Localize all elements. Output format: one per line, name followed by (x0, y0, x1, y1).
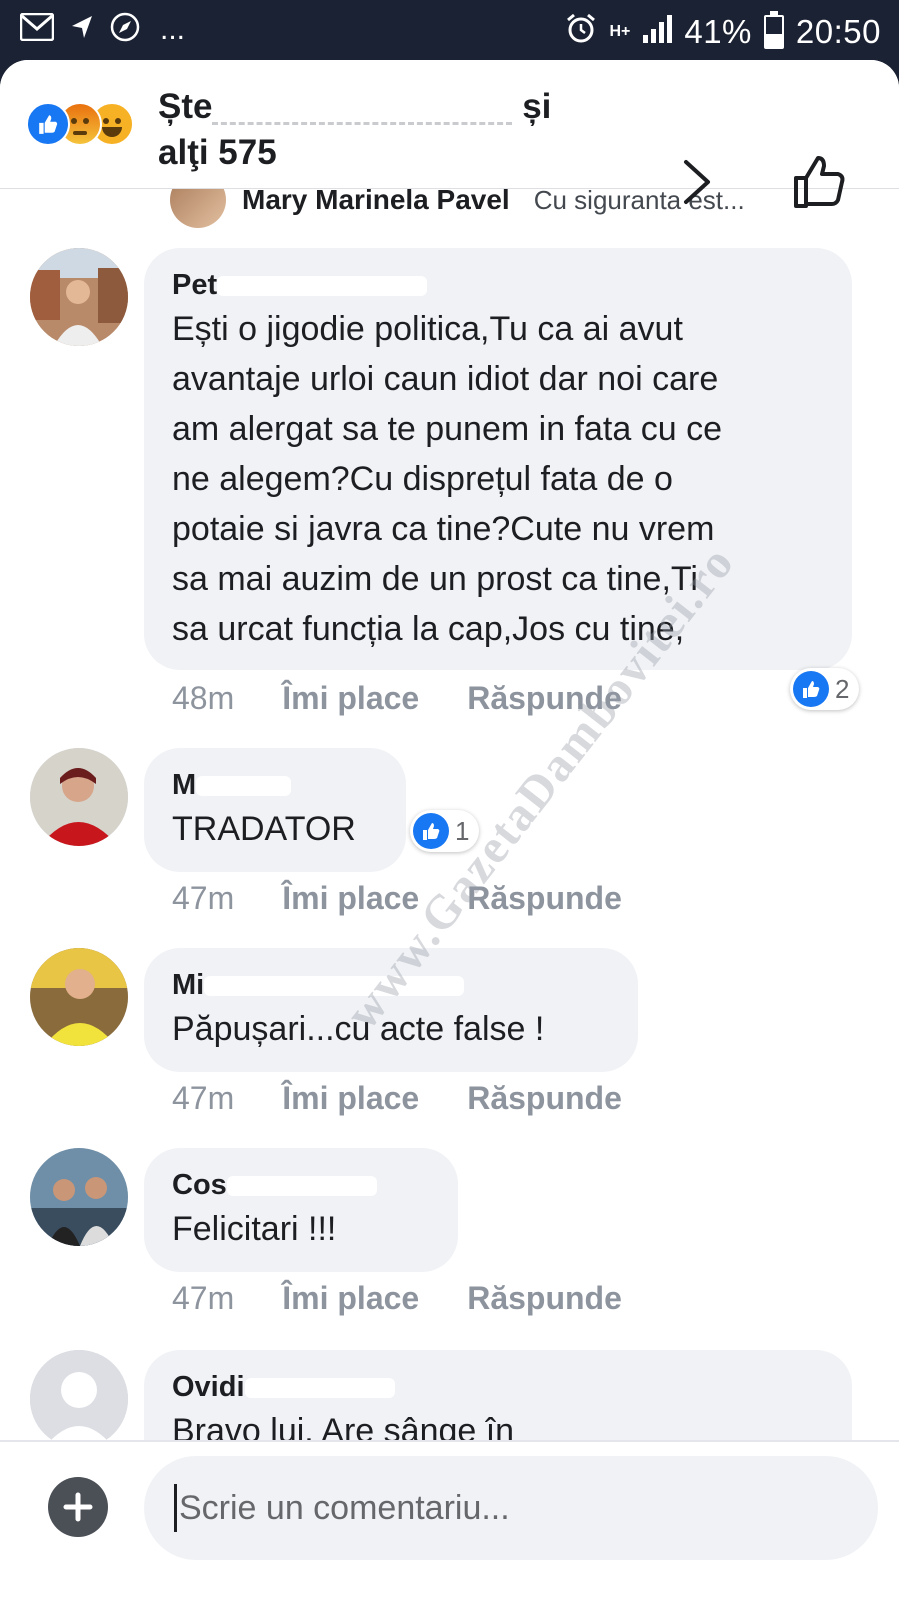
navigation-arrow-icon (70, 14, 94, 45)
reactors-count: alţi 575 (158, 133, 277, 172)
comment-author[interactable]: Cos (172, 1166, 430, 1204)
avatar[interactable] (30, 248, 128, 346)
comments-list[interactable]: Mary Marinela Pavel Cu siguranta est... … (0, 60, 899, 1490)
reaction-count-value: 2 (835, 673, 850, 704)
comment-text: Felicitari !!! (172, 1210, 337, 1248)
like-icon (793, 671, 829, 707)
comment-time: 47m (172, 1080, 235, 1116)
comment-input-placeholder: Scrie un comentariu... (179, 1488, 510, 1527)
reply-link[interactable]: Răspunde (467, 1280, 622, 1317)
like-link[interactable]: Îmi place (282, 1280, 419, 1317)
status-bar: ... H+ 41% 20:50 (0, 0, 899, 62)
reaction-icons[interactable] (26, 102, 154, 146)
comment-time: 48m (172, 680, 235, 716)
comment-composer: Scrie un comentariu... (0, 1440, 899, 1599)
clock: 20:50 (795, 13, 881, 50)
reaction-count[interactable]: 2 (790, 668, 860, 710)
avatar[interactable] (30, 748, 128, 846)
comment-text: Ești o jigodie politica,Tu ca ai avut av… (172, 310, 722, 648)
comment-author[interactable]: Mi (172, 966, 610, 1004)
more-notifications-label: ... (160, 12, 186, 46)
comment-input[interactable]: Scrie un comentariu... (144, 1456, 878, 1560)
comment-author[interactable]: M (172, 766, 378, 804)
avatar[interactable] (30, 948, 128, 1046)
like-link[interactable]: Îmi place (282, 680, 419, 717)
reply-link[interactable]: Răspunde (467, 880, 622, 917)
reactors-name-start: Ște (158, 87, 213, 126)
comment-time: 47m (172, 880, 235, 916)
comment-text: TRADATOR (172, 810, 356, 848)
like-link[interactable]: Îmi place (282, 880, 419, 917)
comment-bubble[interactable]: Mi Păpușari...cu acte false ! (144, 948, 638, 1072)
reaction-count[interactable]: 1 (410, 810, 480, 852)
reaction-count-value: 1 (455, 815, 470, 846)
comment-actions: 47m Îmi place Răspunde (172, 880, 622, 917)
comment-bubble[interactable]: M TRADATOR (144, 748, 406, 872)
comment-bubble[interactable]: Pet Ești o jigodie politica,Tu ca ai avu… (144, 248, 852, 670)
comment-author[interactable]: Pet (172, 266, 824, 304)
comment-text: Păpușari...cu acte false ! (172, 1010, 545, 1048)
comments-sheet: Mary Marinela Pavel Cu siguranta est... … (0, 60, 899, 1599)
comment-bubble[interactable]: Cos Felicitari !!! (144, 1148, 458, 1272)
battery-percent: 41% (684, 13, 752, 50)
signal-icon (642, 13, 673, 51)
reactors-name-end: și (522, 87, 552, 126)
reply-link[interactable]: Răspunde (467, 1080, 622, 1117)
battery-icon (763, 11, 784, 49)
reactions-header: Ște și alţi 575 (0, 60, 899, 208)
plus-icon[interactable] (48, 1477, 108, 1537)
avatar[interactable] (30, 1148, 128, 1246)
comment-actions: 47m Îmi place Răspunde (172, 1280, 622, 1317)
network-type-label: H+ (609, 23, 631, 40)
reactors-summary[interactable]: Ște și alţi 575 (158, 84, 678, 176)
like-link[interactable]: Îmi place (282, 1080, 419, 1117)
alarm-icon (565, 12, 597, 52)
compass-icon (110, 12, 140, 47)
comment-actions: 47m Îmi place Răspunde (172, 1080, 622, 1117)
reply-link[interactable]: Răspunde (467, 680, 622, 717)
comment-author[interactable]: Ovidi (172, 1368, 824, 1406)
chevron-right-icon[interactable] (680, 158, 714, 211)
like-icon (413, 813, 449, 849)
comment-time: 47m (172, 1280, 235, 1316)
thumbs-up-icon[interactable] (792, 154, 848, 215)
comment-actions: 48m Îmi place Răspunde (172, 680, 622, 717)
avatar[interactable] (30, 1350, 128, 1448)
redacted-name (212, 92, 513, 126)
text-caret (174, 1484, 177, 1532)
gmail-icon (19, 12, 55, 46)
like-reaction-icon (26, 102, 70, 146)
